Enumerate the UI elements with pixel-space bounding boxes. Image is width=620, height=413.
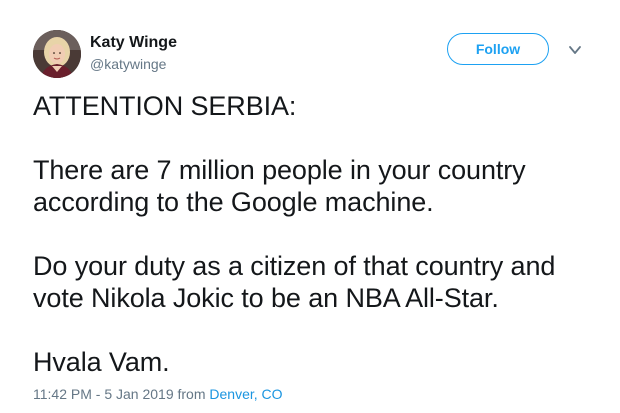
author-name[interactable]: Katy Winge [90, 34, 177, 52]
from-label: from [177, 386, 206, 402]
location-link[interactable]: Denver, CO [209, 386, 282, 402]
avatar[interactable] [33, 30, 81, 78]
tweet-paragraph: There are 7 million people in your count… [33, 155, 526, 217]
follow-button[interactable]: Follow [447, 33, 549, 65]
tweet-meta: 11:42 PM - 5 Jan 2019 from Denver, CO [33, 386, 283, 402]
tweet-paragraph: Hvala Vam. [33, 347, 170, 377]
tweet-paragraph: Do your duty as a citizen of that countr… [33, 251, 556, 313]
tweet-card: Katy Winge @katywinge Follow ATTENTION S… [0, 0, 620, 413]
tweet-paragraph: ATTENTION SERBIA: [33, 91, 297, 121]
author-handle[interactable]: @katywinge [90, 56, 166, 72]
timestamp[interactable]: 11:42 PM - 5 Jan 2019 [33, 386, 174, 402]
tweet-text: ATTENTION SERBIA: There are 7 million pe… [33, 90, 603, 378]
profile-photo-icon [33, 30, 81, 78]
chevron-down-icon[interactable] [567, 42, 583, 58]
